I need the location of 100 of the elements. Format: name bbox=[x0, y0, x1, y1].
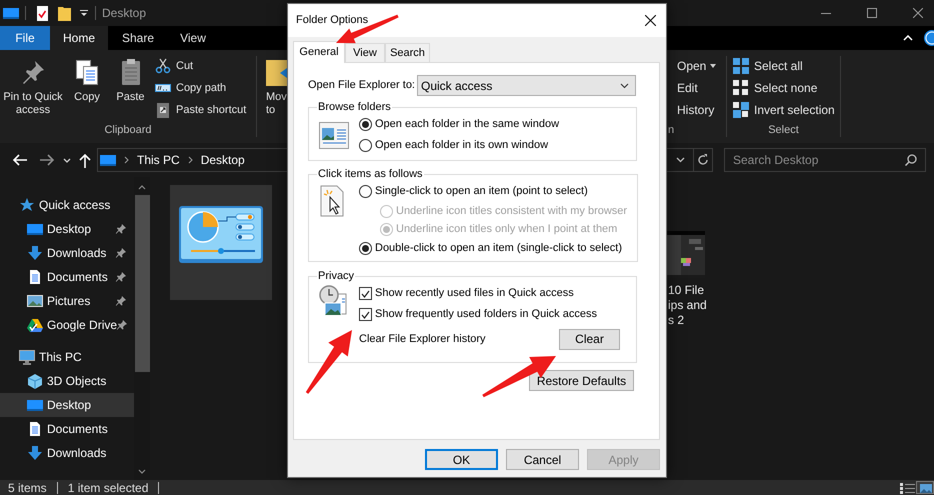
group-title: Click items as follows bbox=[317, 168, 424, 181]
pictures-icon bbox=[27, 293, 43, 309]
clear-button[interactable]: Clear bbox=[559, 328, 620, 350]
ribbon-button[interactable]: Invert selection bbox=[733, 99, 835, 121]
document-icon bbox=[27, 269, 43, 285]
scroll-up-icon[interactable] bbox=[138, 185, 146, 190]
collapse-ribbon-icon[interactable] bbox=[903, 35, 913, 41]
option-label: Single-click to open an item (point to select) bbox=[375, 184, 588, 200]
group-label: n bbox=[668, 124, 674, 137]
radio-button[interactable] bbox=[359, 242, 372, 255]
nav-item[interactable]: Desktop bbox=[0, 217, 134, 241]
window-icon bbox=[319, 122, 349, 149]
ribbon-button[interactable]: Select all bbox=[733, 55, 835, 77]
nav-item[interactable]: Downloads bbox=[0, 241, 134, 265]
nav-item[interactable]: Google Drive bbox=[0, 313, 134, 337]
scissors-icon bbox=[155, 58, 171, 74]
window-title: Desktop bbox=[102, 5, 146, 22]
file-menu[interactable]: File bbox=[0, 26, 50, 50]
breadcrumb[interactable]: Desktop bbox=[200, 151, 245, 169]
ribbon-button[interactable]: History bbox=[677, 99, 716, 121]
group-label: Clipboard bbox=[104, 124, 152, 137]
ribbon-button[interactable]: Select none bbox=[733, 77, 835, 99]
desktop-icon bbox=[100, 154, 116, 166]
file-name: 10 File ips and s 2 bbox=[668, 283, 707, 328]
dashboard-icon bbox=[179, 206, 263, 263]
chevron-down-icon[interactable] bbox=[63, 158, 71, 162]
ribbon-tab[interactable]: View bbox=[168, 26, 218, 50]
close-icon[interactable] bbox=[645, 15, 656, 26]
breadcrumb[interactable]: This PC bbox=[137, 151, 180, 169]
ribbon-tab[interactable]: Home bbox=[50, 26, 108, 50]
large-icons-view-button[interactable] bbox=[916, 481, 934, 494]
radio-button[interactable] bbox=[359, 139, 372, 152]
up-arrow-icon[interactable] bbox=[79, 152, 91, 168]
tab[interactable]: General bbox=[293, 41, 345, 63]
dropdown-icon[interactable] bbox=[79, 9, 89, 17]
drive-icon bbox=[27, 317, 43, 333]
group-title: Browse folders bbox=[317, 101, 392, 114]
desktop-icon[interactable] bbox=[3, 6, 19, 20]
ribbon-button[interactable]: Copy bbox=[66, 50, 108, 124]
ribbon-button[interactable]: Paste bbox=[108, 50, 153, 124]
dropdown[interactable]: Quick access bbox=[417, 75, 636, 96]
ribbon-button[interactable]: Open bbox=[677, 55, 716, 77]
scrollbar-thumb[interactable] bbox=[134, 195, 150, 372]
ribbon-button[interactable]: Pin to Quick access bbox=[0, 50, 66, 124]
chevron-right-icon bbox=[124, 156, 129, 164]
download-icon bbox=[27, 445, 43, 461]
search-field[interactable]: Search Desktop bbox=[724, 148, 926, 172]
chevron-down-icon bbox=[620, 82, 629, 88]
ribbon-button[interactable]: Cut bbox=[155, 55, 246, 77]
details-view-button[interactable] bbox=[898, 481, 916, 494]
forward-arrow-icon[interactable] bbox=[39, 153, 55, 167]
download-icon bbox=[27, 245, 43, 261]
folder-icon bbox=[266, 58, 287, 86]
file-item[interactable] bbox=[170, 185, 272, 300]
ribbon-button[interactable]: Edit bbox=[677, 77, 716, 99]
ribbon-button-label[interactable]: Mov to bbox=[266, 91, 287, 117]
computer-icon bbox=[19, 349, 35, 365]
nav-item[interactable]: This PC bbox=[0, 345, 134, 369]
dialog-button[interactable]: Cancel bbox=[506, 449, 579, 470]
refresh-icon[interactable] bbox=[697, 154, 709, 166]
file-item[interactable]: 10 File ips and s 2 bbox=[667, 231, 707, 328]
maximize-icon[interactable] bbox=[867, 8, 877, 18]
copy-icon bbox=[73, 58, 101, 86]
nav-item[interactable]: Documents bbox=[0, 265, 134, 289]
chevron-down-icon[interactable] bbox=[676, 157, 685, 163]
option-label: Double-click to open an item (single-click to select) bbox=[375, 241, 622, 256]
option-label: Open each folder in its own window bbox=[375, 138, 548, 154]
nav-item[interactable]: Desktop bbox=[0, 393, 134, 417]
pin-icon bbox=[116, 248, 126, 258]
folder-icon[interactable] bbox=[58, 6, 71, 20]
restore-defaults-button[interactable]: Restore Defaults bbox=[529, 370, 634, 391]
nav-item[interactable]: Documents bbox=[0, 417, 134, 441]
back-arrow-icon[interactable] bbox=[12, 153, 28, 167]
window-title: Folder Options bbox=[296, 13, 368, 28]
status-text: 5 items bbox=[8, 482, 47, 494]
radio-button[interactable] bbox=[359, 185, 372, 198]
nav-item[interactable]: Downloads bbox=[0, 441, 134, 465]
nav-item[interactable]: Pictures bbox=[0, 289, 134, 313]
tab[interactable]: View bbox=[345, 43, 385, 62]
checkbox[interactable] bbox=[359, 287, 372, 300]
shortcut-icon bbox=[155, 102, 171, 118]
ribbon-button[interactable]: Paste shortcut bbox=[155, 99, 246, 121]
scroll-down-icon[interactable] bbox=[138, 469, 146, 474]
dialog-button[interactable]: OK bbox=[425, 449, 498, 470]
star-icon bbox=[19, 197, 35, 213]
help-icon[interactable] bbox=[923, 29, 934, 47]
nav-item[interactable]: 3D Objects bbox=[0, 369, 134, 393]
close-icon[interactable] bbox=[913, 8, 923, 18]
checklist-icon[interactable] bbox=[36, 6, 49, 20]
select-all-icon bbox=[733, 58, 749, 74]
ribbon-button[interactable]: Copy path bbox=[155, 77, 246, 99]
radio-button[interactable] bbox=[359, 118, 372, 131]
ribbon-tab[interactable]: Share bbox=[108, 26, 168, 50]
status-text: 1 item selected bbox=[68, 482, 148, 494]
nav-item[interactable]: Quick access bbox=[0, 193, 134, 217]
tab[interactable]: Search bbox=[385, 43, 430, 62]
desktop-icon bbox=[27, 222, 43, 236]
search-icon[interactable] bbox=[905, 154, 917, 166]
option-label: Show frequently used folders in Quick access bbox=[375, 307, 597, 322]
checkbox[interactable] bbox=[359, 308, 372, 321]
